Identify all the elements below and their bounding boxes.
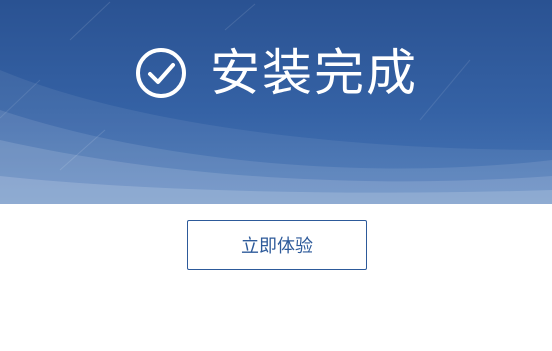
- completion-banner: 安装完成: [0, 0, 552, 204]
- completion-title: 安装完成: [210, 44, 418, 102]
- completion-headline: 安装完成: [0, 38, 552, 108]
- action-area: 立即体验: [0, 204, 552, 351]
- check-circle-icon: [136, 48, 186, 98]
- installer-window: 安装完成 立即体验: [0, 0, 552, 351]
- experience-now-button[interactable]: 立即体验: [187, 220, 367, 270]
